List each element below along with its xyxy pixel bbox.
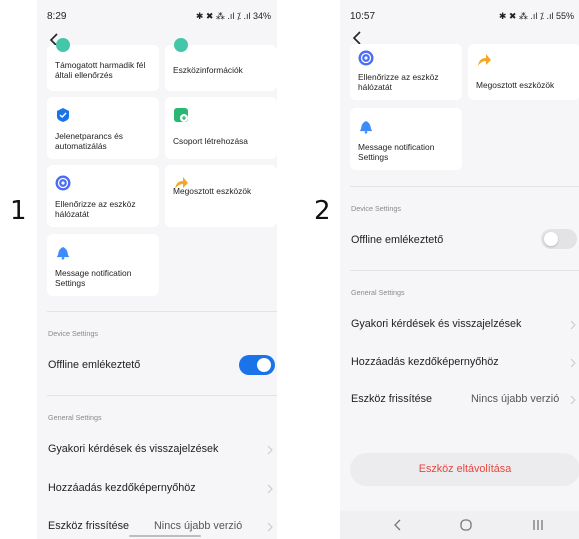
tile-label: Message notification Settings xyxy=(358,142,435,162)
tile-label: Csoport létrehozása xyxy=(173,136,248,146)
bell-icon xyxy=(360,121,372,134)
screen-number-2: 2 xyxy=(314,196,331,226)
chevron-right-icon xyxy=(570,395,576,405)
remove-device-button[interactable]: Eszköz eltávolítása xyxy=(350,453,579,486)
tile-label: Ellenőrizze az eszköz hálózatát xyxy=(358,72,439,92)
add-to-homescreen-label: Hozzáadás kezdőképernyőhöz xyxy=(351,356,499,368)
status-indicators: ✱ ✖ ⁂ .ıl ⁒ .ıl 55% xyxy=(498,11,574,21)
status-bar: 10:57 ✱ ✖ ⁂ .ıl ⁒ .ıl 55% xyxy=(340,0,579,30)
bell-icon xyxy=(57,247,69,260)
add-group-icon xyxy=(174,108,188,122)
offline-reminder-toggle[interactable] xyxy=(239,355,275,375)
section-header-device-settings: Device Settings xyxy=(351,204,401,213)
tile-message-notification[interactable]: Message notification Settings xyxy=(47,234,159,296)
divider xyxy=(350,186,579,187)
tile-label: Támogatott harmadik fél általi ellenőrzé… xyxy=(55,60,146,80)
device-update-value: Nincs újabb verzió xyxy=(471,393,560,405)
chevron-right-icon xyxy=(267,484,273,494)
divider xyxy=(47,311,277,312)
chevron-right-icon xyxy=(267,522,273,532)
faq-row[interactable]: Gyakori kérdések és visszajelzések xyxy=(340,312,579,338)
screen-number-1: 1 xyxy=(10,196,27,226)
offline-reminder-toggle[interactable] xyxy=(541,229,577,249)
tile-label: Megosztott eszközök xyxy=(476,80,555,90)
network-check-icon xyxy=(55,175,71,191)
tile-scene-automation[interactable]: Jelenetparancs és automatizálás xyxy=(47,97,159,159)
chevron-right-icon xyxy=(570,358,576,368)
add-to-homescreen-row[interactable]: Hozzáadás kezdőképernyőhöz xyxy=(37,475,277,501)
chevron-right-icon xyxy=(570,320,576,330)
device-update-row[interactable]: Eszköz frissítése Nincs újabb verzió xyxy=(340,387,579,413)
section-header-general-settings: General Settings xyxy=(48,413,102,422)
nav-recents-icon[interactable] xyxy=(528,515,548,535)
device-update-label: Eszköz frissítése xyxy=(48,520,129,532)
faq-label: Gyakori kérdések és visszajelzések xyxy=(351,318,522,330)
tile-network-check[interactable]: Ellenőrizze az eszköz hálózatát xyxy=(350,44,462,100)
faq-label: Gyakori kérdések és visszajelzések xyxy=(48,443,219,455)
tile-label: Eszközinformációk xyxy=(173,65,243,75)
section-header-device-settings: Device Settings xyxy=(48,329,98,338)
toggle-knob xyxy=(544,232,558,246)
add-to-homescreen-row[interactable]: Hozzáadás kezdőképernyőhöz xyxy=(340,350,579,376)
tile-create-group[interactable]: Csoport létrehozása xyxy=(165,97,277,159)
tile-label: Jelenetparancs és automatizálás xyxy=(55,131,123,151)
tile-device-info[interactable]: Eszközinformációk xyxy=(165,38,277,91)
offline-reminder-label: Offline emlékeztető xyxy=(351,234,444,246)
third-party-icon xyxy=(56,38,70,52)
nav-back-icon[interactable] xyxy=(388,515,408,535)
chevron-right-icon xyxy=(267,445,273,455)
tile-network-check[interactable]: Ellenőrizze az eszköz hálózatát xyxy=(47,165,159,227)
section-header-general-settings: General Settings xyxy=(351,288,405,297)
tile-label: Megosztott eszközök xyxy=(173,186,252,196)
offline-reminder-label: Offline emlékeztető xyxy=(48,359,141,371)
tile-label: Message notification Settings xyxy=(55,268,132,288)
phone-screen-2: 10:57 ✱ ✖ ⁂ .ıl ⁒ .ıl 55% Ellenőrizze az… xyxy=(340,0,579,539)
status-time: 10:57 xyxy=(350,11,376,22)
tile-third-party-verification[interactable]: Támogatott harmadik fél általi ellenőrzé… xyxy=(47,38,159,91)
toggle-knob xyxy=(257,358,271,372)
tile-message-notification[interactable]: Message notification Settings xyxy=(350,108,462,170)
status-time: 8:29 xyxy=(47,11,67,22)
divider xyxy=(47,395,277,396)
phone-screen-1: 8:29 ✱ ✖ ⁂ .ıl ⁒ .ıl 34% Támogatott harm… xyxy=(37,0,277,539)
nav-home-icon[interactable] xyxy=(456,515,476,535)
tile-shared-devices[interactable]: Megosztott eszközök xyxy=(165,165,277,227)
home-indicator xyxy=(129,535,201,537)
status-indicators: ✱ ✖ ⁂ .ıl ⁒ .ıl 34% xyxy=(195,11,271,21)
tile-shared-devices[interactable]: Megosztott eszközök xyxy=(468,44,579,100)
status-bar: 8:29 ✱ ✖ ⁂ .ıl ⁒ .ıl 34% xyxy=(37,0,277,30)
check-shield-icon xyxy=(57,108,69,122)
device-update-label: Eszköz frissítése xyxy=(351,393,432,405)
add-to-homescreen-label: Hozzáadás kezdőképernyőhöz xyxy=(48,482,196,494)
network-check-icon xyxy=(358,50,374,66)
system-nav-bar xyxy=(340,511,579,539)
info-icon xyxy=(174,38,188,52)
share-arrow-icon xyxy=(478,54,491,66)
faq-row[interactable]: Gyakori kérdések és visszajelzések xyxy=(37,436,277,462)
divider xyxy=(350,270,579,271)
tile-label: Ellenőrizze az eszköz hálózatát xyxy=(55,199,136,219)
device-update-value: Nincs újabb verzió xyxy=(154,520,243,532)
